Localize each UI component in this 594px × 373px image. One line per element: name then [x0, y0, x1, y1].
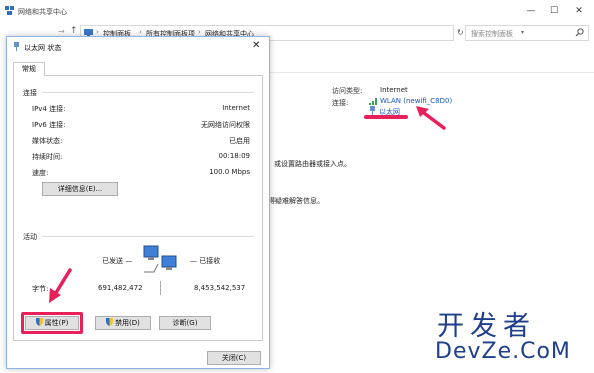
ipv4-label: IPv4 连接: [32, 105, 66, 113]
connections-label: 连接: [332, 99, 349, 107]
search-icon [575, 28, 584, 37]
tab-general[interactable]: 常规 [13, 62, 45, 76]
highlight-underline [364, 115, 408, 119]
ethernet-status-dialog: 以太网 状态 ✕ 常规 连接 IPv4 连接: Internet IPv6 连接… [6, 36, 270, 369]
section-divider [42, 92, 254, 93]
section-divider [42, 236, 254, 237]
access-type-label: 访问类型: [332, 87, 363, 95]
network-activity-icon [143, 245, 177, 273]
shield-icon [35, 318, 43, 326]
connection-section-label: 连接 [23, 89, 37, 97]
wifi-signal-icon [369, 98, 377, 105]
speed-value: 100.0 Mbps [209, 168, 250, 176]
close-button[interactable]: 关闭(C) [207, 351, 261, 365]
title-bar: 网络和共享中心 — ☐ ✕ [0, 0, 594, 22]
troubleshoot-text: 得疑难解答信息。 [268, 197, 324, 205]
shield-icon [106, 318, 114, 326]
up-icon[interactable]: ↑ [70, 26, 78, 36]
watermark-chinese: 开发者 [437, 311, 536, 342]
speed-label: 速度: [32, 169, 49, 177]
disable-button[interactable]: 禁用(D) [95, 316, 151, 330]
search-placeholder: 搜索控制面板 [471, 30, 513, 38]
dialog-title: 以太网 状态 [24, 44, 62, 52]
ethernet-plug-icon [14, 42, 19, 51]
media-state-value: 已启用 [229, 137, 250, 145]
watermark-domain: DevZe.CoM [435, 339, 571, 364]
disable-button-label: 禁用(D) [115, 319, 140, 327]
pointer-arrow-icon [49, 268, 72, 303]
diagnose-button[interactable]: 诊断(G) [159, 316, 211, 330]
forward-icon[interactable]: → [58, 27, 65, 36]
ipv4-value: Internet [222, 104, 250, 112]
pointer-arrow-icon [416, 106, 446, 130]
bytes-received-value: 8,453,542,537 [194, 284, 246, 292]
received-label: — 已接收 [190, 257, 221, 265]
properties-button-label: 属性(P) [44, 319, 69, 327]
window-title: 网络和共享中心 [18, 8, 67, 16]
breadcrumb-separator-icon: › [198, 28, 201, 36]
close-window-button[interactable]: ✕ [566, 4, 592, 18]
maximize-button[interactable]: ☐ [541, 4, 567, 18]
setup-connection-text: 或设置路由器或接入点。 [274, 160, 351, 168]
close-icon[interactable]: ✕ [252, 40, 260, 51]
details-button[interactable]: 详细信息(E)... [42, 182, 118, 196]
media-state-label: 媒体状态: [32, 137, 63, 145]
access-type-value: Internet [380, 86, 408, 94]
bytes-divider [160, 281, 161, 295]
ethernet-plug-icon [370, 106, 375, 115]
search-input[interactable]: 搜索控制面板 [465, 25, 589, 41]
properties-button[interactable]: 属性(P) [25, 316, 79, 330]
breadcrumb-separator-icon: › [139, 28, 142, 36]
bytes-sent-value: 691,482,472 [98, 284, 143, 292]
duration-label: 持续时间: [32, 153, 63, 161]
sent-label: 已发送 — [102, 257, 133, 265]
ipv6-label: IPv6 连接: [32, 121, 66, 129]
dialog-title-bar: 以太网 状态 ✕ [7, 37, 269, 57]
ipv6-value: 无网络访问权限 [201, 121, 250, 129]
duration-value: 00:18:09 [218, 152, 250, 160]
breadcrumb-separator-icon: › [96, 28, 99, 36]
network-center-icon [5, 6, 14, 15]
activity-section-label: 活动 [23, 233, 37, 241]
refresh-icon[interactable]: ↻ [457, 28, 464, 37]
